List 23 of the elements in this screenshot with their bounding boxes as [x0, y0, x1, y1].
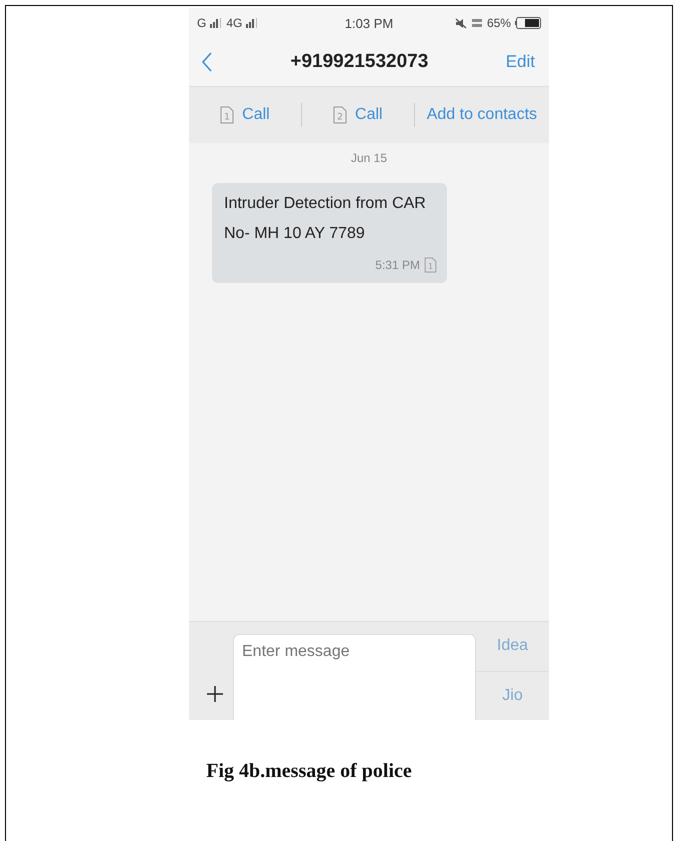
contact-number: +919921532073 — [290, 51, 428, 73]
message-text: Intruder Detection from CAR No- MH 10 AY 7789 — [224, 194, 427, 244]
figure-caption: Fig 4b.message of police — [205, 760, 413, 783]
signal-icon — [210, 18, 222, 28]
network-label: 4G — [226, 16, 242, 30]
signal-icon — [246, 18, 258, 28]
mute-icon — [454, 18, 467, 28]
action-link[interactable]: Call — [242, 106, 270, 124]
back-icon[interactable] — [201, 52, 213, 72]
battery-icon — [514, 17, 541, 29]
add-icon[interactable] — [207, 686, 223, 702]
action-link[interactable]: Call — [355, 106, 383, 124]
network-label: G — [197, 16, 206, 30]
sim-card-icon: 2 — [333, 106, 348, 124]
sim-card-icon: 1 — [424, 257, 437, 273]
message-input[interactable]: Enter message — [233, 634, 476, 720]
action-link[interactable]: Add to contacts — [426, 106, 538, 124]
sim-card-icon: 1 — [220, 106, 234, 124]
battery-percent: 65% — [486, 16, 511, 30]
message-date: Jun 15 — [350, 151, 388, 165]
message-time: 5:31 PM — [375, 258, 420, 272]
edit-button[interactable]: Edit — [506, 52, 535, 72]
status-time: 1:03 PM — [344, 16, 394, 30]
